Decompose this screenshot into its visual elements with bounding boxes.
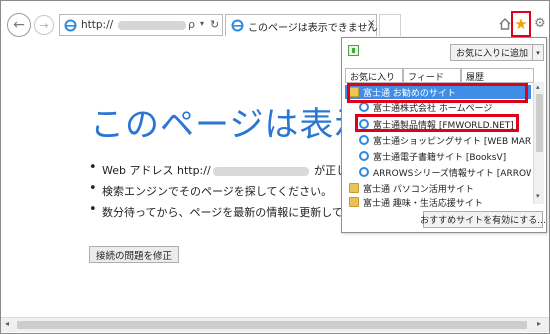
tab-history[interactable]: 履歴 — [461, 68, 534, 83]
highlight-box — [355, 114, 519, 132]
close-icon[interactable]: × — [367, 18, 375, 29]
add-to-favorites-button[interactable]: お気に入りに追加 — [450, 44, 533, 61]
back-arrow-icon: ← — [13, 17, 25, 33]
address-bar[interactable]: http:// ρ ▾ ↻ — [59, 14, 223, 36]
highlight-box — [347, 83, 528, 103]
new-tab-button[interactable] — [379, 14, 401, 36]
ie-logo-icon — [64, 19, 77, 32]
list-item[interactable]: 富士通ショッピングサイト [WEB MART] — [345, 133, 531, 147]
home-icon[interactable] — [498, 17, 512, 31]
folder-icon — [349, 197, 359, 207]
list-item[interactable]: ARROWSシリーズ情報サイト [ARROW… — [345, 165, 531, 179]
favorites-panel: お気に入りに追加 ▾ お気に入り フィード 履歴 富士通 お勧めのサイト 富士通… — [341, 37, 547, 233]
back-button[interactable]: ← — [7, 13, 31, 37]
pin-icon[interactable] — [348, 45, 359, 56]
scroll-up-icon[interactable]: ▴ — [536, 83, 540, 91]
horizontal-scrollbar[interactable]: ◂ ▸ — [1, 317, 549, 332]
chevron-down-icon[interactable]: ▾ — [200, 19, 204, 28]
ie-logo-icon — [231, 19, 244, 32]
scroll-right-icon[interactable]: ▸ — [537, 319, 541, 328]
scroll-left-icon[interactable]: ◂ — [5, 319, 9, 328]
ie-logo-icon — [359, 102, 369, 112]
scroll-down-icon[interactable]: ▾ — [536, 192, 540, 200]
scroll-thumb[interactable] — [17, 321, 527, 329]
list-item[interactable]: 富士通電子書籍サイト [BooksV] — [345, 149, 531, 163]
tab-current[interactable]: このページは表示できません × — [225, 14, 378, 36]
ie-logo-icon — [359, 135, 369, 145]
refresh-icon[interactable]: ↻ — [210, 18, 219, 31]
tab-feeds[interactable]: フィード — [403, 68, 461, 83]
list-item[interactable]: 富士通 趣味・生活応援サイト — [345, 195, 531, 209]
favorites-tabs: お気に入り フィード 履歴 — [345, 68, 541, 83]
fix-connection-button[interactable]: 接続の問題を修正 — [89, 246, 180, 263]
blurred-url-text — [212, 166, 309, 176]
forward-button[interactable]: → — [34, 15, 54, 35]
list-item[interactable]: 富士通 パソコン活用サイト — [345, 181, 531, 195]
scroll-thumb[interactable] — [536, 94, 543, 152]
favorites-button[interactable]: ★ — [511, 11, 531, 37]
tab-title: このページは表示できません — [248, 23, 378, 34]
folder-icon — [349, 183, 359, 193]
ie-logo-icon — [359, 151, 369, 161]
enable-suggested-sites-button[interactable]: おすすめサイトを有効にする... — [420, 211, 546, 228]
tab-favorites[interactable]: お気に入り — [345, 68, 403, 83]
forward-arrow-icon: → — [39, 18, 49, 32]
ie-logo-icon — [359, 167, 369, 177]
address-url: http:// — [81, 19, 114, 31]
gear-icon[interactable]: ⚙ — [534, 16, 546, 31]
blurred-url-text — [118, 21, 186, 30]
search-icon[interactable]: ρ — [188, 18, 195, 31]
chevron-down-icon[interactable]: ▾ — [532, 44, 544, 61]
star-icon: ★ — [514, 14, 528, 33]
favorites-scrollbar[interactable]: ▴ ▾ — [533, 82, 544, 204]
